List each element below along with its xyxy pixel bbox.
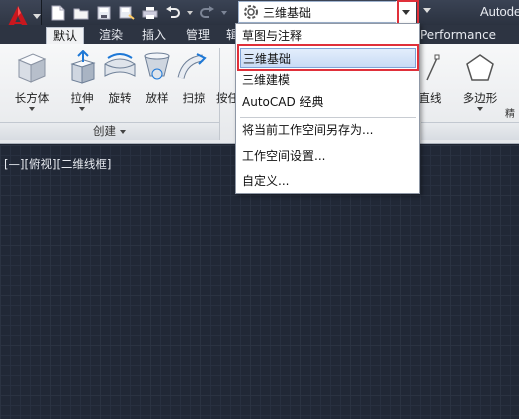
tab-manage[interactable]: 管理 (186, 27, 210, 44)
tab-render[interactable]: 渲染 (99, 27, 123, 44)
polygon-tool-label: 多边形 (462, 91, 498, 105)
extrude-tool-button[interactable]: 拉伸 (62, 50, 102, 120)
box-tool-label: 长方体 (14, 91, 50, 105)
annotation-highlight-menu-item (237, 44, 419, 71)
workspace-selector[interactable]: 三维基础 (238, 1, 416, 23)
tab-default[interactable]: 默认 (46, 27, 85, 44)
menu-item-3d-modeling[interactable]: 三维建模 (242, 70, 290, 90)
save-as-icon[interactable] (117, 3, 137, 22)
polygon-tool-button[interactable]: 多边形 (458, 50, 502, 120)
menu-separator (240, 117, 416, 118)
customize-qat-arrow-icon[interactable] (423, 8, 431, 13)
menu-item-autocad-classic[interactable]: AutoCAD 经典 (242, 92, 324, 112)
polygon-icon (466, 54, 494, 81)
workspace-dropdown-menu: 草图与注释 三维基础 三维建模 AutoCAD 经典 将当前工作空间另存为...… (235, 23, 420, 194)
sweep-icon (177, 53, 207, 79)
sweep-tool-label: 扫掠 (182, 91, 206, 105)
gear-icon (244, 5, 258, 19)
box-icon (17, 53, 47, 83)
extrude-tool-caret-icon (79, 107, 85, 111)
quick-access-toolbar (48, 3, 228, 22)
extrude-icon (70, 50, 96, 84)
application-title: Autode (480, 4, 519, 19)
viewport-controls-label[interactable]: [—][俯视][二维线框] (4, 156, 111, 172)
redo-dropdown-icon[interactable] (220, 3, 228, 22)
menu-item-save-workspace-as[interactable]: 将当前工作空间另存为... (242, 120, 373, 140)
create-panel-title[interactable]: 创建 (0, 122, 219, 140)
new-file-icon[interactable] (48, 3, 68, 22)
undo-dropdown-icon[interactable] (186, 3, 194, 22)
redo-icon[interactable] (197, 3, 217, 22)
polygon-tool-caret-icon (477, 107, 483, 111)
menu-item-customize[interactable]: 自定义... (242, 171, 289, 191)
workspace-selector-value: 三维基础 (263, 5, 312, 20)
sweep-tool-button[interactable]: 扫掠 (174, 50, 214, 120)
tab-insert[interactable]: 插入 (142, 27, 166, 44)
box-tool-caret-icon (29, 107, 35, 111)
panel-separator (219, 48, 220, 140)
draw-panel-label-fragment: 精 (505, 109, 515, 120)
revolve-icon (104, 53, 136, 77)
application-menu-caret-icon (33, 14, 41, 19)
loft-icon (144, 52, 170, 80)
revolve-tool-button[interactable]: 旋转 (100, 50, 140, 120)
revolve-tool-label: 旋转 (108, 91, 132, 105)
loft-tool-label: 放样 (145, 91, 169, 105)
loft-tool-button[interactable]: 放样 (137, 50, 177, 120)
extrude-tool-label: 拉伸 (70, 91, 94, 105)
draw-panel-title[interactable]: 精 (421, 109, 519, 140)
box-tool-button[interactable]: 长方体 (12, 50, 52, 120)
print-icon[interactable] (140, 3, 160, 22)
open-file-icon[interactable] (71, 3, 91, 22)
menu-item-workspace-settings[interactable]: 工作空间设置... (242, 146, 325, 166)
tab-performance[interactable]: Performance (420, 27, 496, 44)
undo-icon[interactable] (163, 3, 183, 22)
panel-expand-caret-icon (120, 129, 126, 134)
create-panel-label: 创建 (93, 124, 116, 138)
menu-item-drafting-annotation[interactable]: 草图与注释 (242, 26, 302, 46)
save-icon[interactable] (94, 3, 114, 22)
